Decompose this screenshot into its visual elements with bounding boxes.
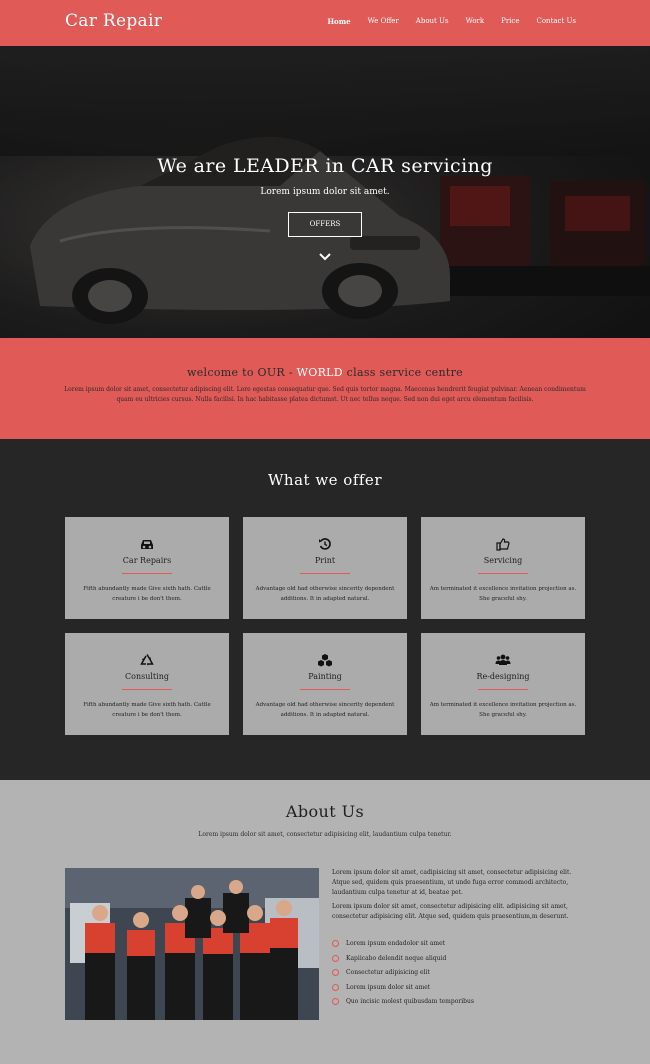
card-divider	[478, 689, 528, 690]
nav-home[interactable]: Home	[327, 17, 350, 26]
nav-price[interactable]: Price	[501, 17, 519, 26]
offer-title: What we offer	[268, 471, 382, 489]
card-description: Am terminated it excellence invitation p…	[429, 586, 577, 602]
list-item: Lorem ipsum endadolor sit amet	[332, 939, 588, 954]
offer-section: What we offer Car Repairs Fifth abundant…	[0, 439, 650, 780]
top-navbar: Car Repair Home We Offer About Us Work P…	[0, 0, 650, 46]
nav-contact-us[interactable]: Contact Us	[536, 17, 576, 26]
welcome-section: welcome to OUR - WORLD class service cen…	[0, 338, 650, 439]
list-item: Lorem ipsum dolor sit amet	[332, 983, 588, 998]
welcome-text: Lorem ipsum dolor sit amet, consectetur …	[64, 386, 586, 403]
recycle-icon	[140, 654, 154, 666]
service-card-re-designing[interactable]: Re-designing Am terminated it excellence…	[421, 633, 585, 735]
card-divider	[300, 573, 350, 574]
card-title: Print	[314, 556, 336, 565]
welcome-world: WORLD	[296, 366, 343, 379]
card-divider	[478, 573, 528, 574]
card-description: Fifth abundantly made Give sixth hath. C…	[83, 586, 211, 602]
card-description: Fifth abundantly made Give sixth hath. C…	[83, 702, 211, 718]
card-divider	[300, 689, 350, 690]
cubes-icon	[318, 654, 332, 667]
nav-work[interactable]: Work	[466, 17, 485, 26]
about-subtitle: Lorem ipsum dolor sit amet, consectetur …	[198, 831, 452, 838]
card-description: Advantage old had otherwise sincerity de…	[255, 702, 395, 718]
about-list: Lorem ipsum endadolor sit amet Kapiicabo…	[332, 939, 588, 1012]
offers-button[interactable]: OFFERS	[288, 212, 362, 237]
circle-bullet-icon	[332, 969, 339, 977]
card-description: Advantage old had otherwise sincerity de…	[255, 586, 395, 602]
card-title: Servicing	[483, 556, 523, 565]
welcome-prefix: welcome to	[187, 366, 258, 379]
card-title: Painting	[308, 672, 342, 681]
service-card-consulting[interactable]: Consulting Fifth abundantly made Give si…	[65, 633, 229, 735]
list-item: Consectetur adipisicing elit	[332, 968, 588, 983]
about-paragraph-1: Lorem ipsum dolor sit amet, cadipisicing…	[332, 869, 572, 896]
users-icon	[495, 654, 511, 665]
thumbs-up-icon	[496, 538, 510, 551]
welcome-suffix: class service centre	[342, 366, 463, 379]
welcome-title: welcome to OUR - WORLD class service cen…	[0, 366, 650, 379]
brand-logo[interactable]: Car Repair	[65, 11, 162, 31]
car-icon	[141, 540, 153, 549]
card-title: Car Repairs	[122, 556, 172, 565]
service-card-painting[interactable]: Painting Advantage old had otherwise sin…	[243, 633, 407, 735]
list-item: Quo incisic molest quibusdam temporibus	[332, 997, 588, 1012]
circle-bullet-icon	[332, 998, 339, 1006]
service-card-servicing[interactable]: Servicing Am terminated it excellence in…	[421, 517, 585, 619]
card-title: Re-designing	[476, 672, 530, 681]
service-card-car-repairs[interactable]: Car Repairs Fifth abundantly made Give s…	[65, 517, 229, 619]
card-title: Consulting	[125, 672, 169, 681]
about-title: About Us	[285, 802, 365, 821]
circle-bullet-icon	[332, 983, 339, 991]
service-card-print[interactable]: Print Advantage old had otherwise sincer…	[243, 517, 407, 619]
circle-bullet-icon	[332, 954, 339, 962]
about-section: About Us Lorem ipsum dolor sit amet, con…	[0, 780, 650, 1064]
team-photo	[65, 868, 319, 1020]
hero-banner: We are LEADER in CAR servicing Lorem ips…	[0, 46, 650, 338]
about-paragraph-2: Lorem ipsum dolor sit amet, consectetur …	[332, 903, 569, 920]
welcome-sep: -	[285, 366, 297, 379]
history-icon	[319, 538, 331, 550]
hero-title: We are LEADER in CAR servicing	[157, 155, 493, 177]
card-divider	[122, 573, 172, 574]
chevron-down-icon[interactable]	[318, 252, 332, 262]
list-item: Kapiicabo delendit neque aliquid	[332, 954, 588, 969]
circle-bullet-icon	[332, 940, 339, 947]
nav-we-offer[interactable]: We Offer	[368, 17, 399, 26]
hero-subtitle: Lorem ipsum dolor sit amet.	[260, 187, 390, 197]
card-divider	[122, 689, 172, 690]
welcome-our: OUR	[257, 366, 286, 379]
main-menu: Home We Offer About Us Work Price Contac…	[310, 17, 576, 26]
nav-about-us[interactable]: About Us	[416, 17, 449, 26]
card-description: Am terminated it excellence invitation p…	[429, 702, 577, 718]
